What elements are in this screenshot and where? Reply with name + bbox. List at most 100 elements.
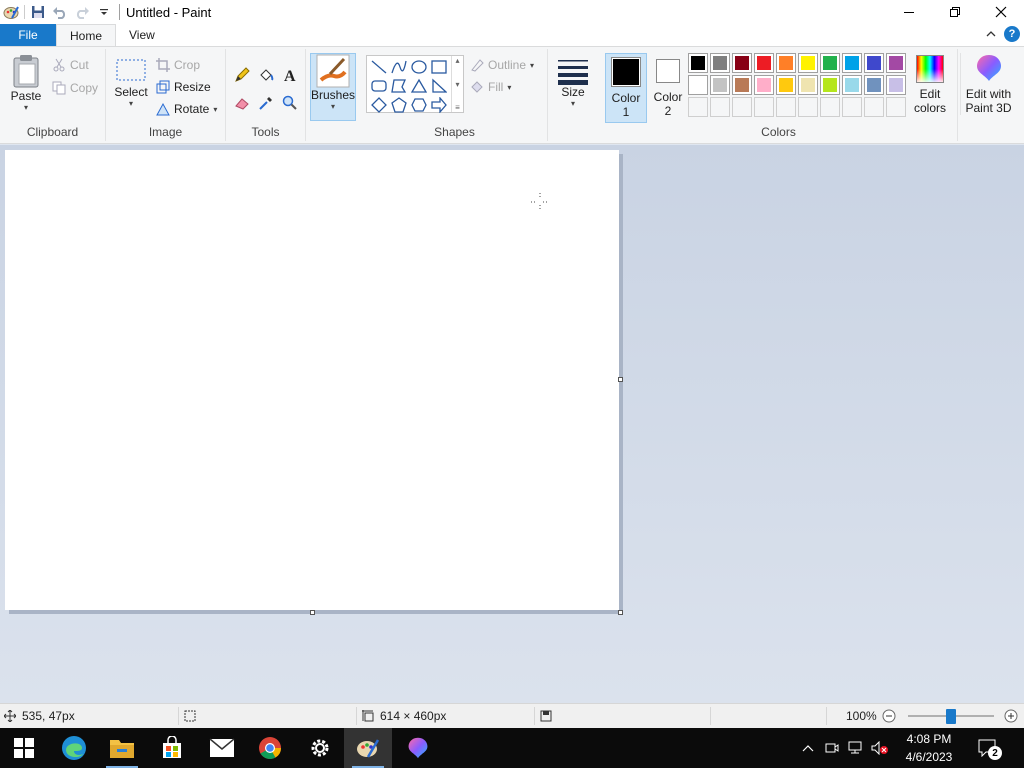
palette-swatch[interactable] — [820, 75, 840, 95]
color1-button[interactable]: Color 1 — [605, 53, 647, 123]
gallery-more-icon[interactable]: ≡ — [455, 103, 460, 112]
color2-button[interactable]: Color 2 — [650, 53, 686, 123]
gallery-down-icon[interactable]: ▾ — [455, 80, 459, 89]
text-button[interactable]: A — [282, 65, 298, 85]
palette-swatch[interactable] — [710, 75, 730, 95]
custom-color-slot[interactable] — [864, 97, 884, 117]
undo-icon[interactable] — [49, 1, 71, 23]
palette-swatch[interactable] — [732, 53, 752, 73]
select-button[interactable]: Select ▾ — [112, 57, 150, 108]
palette-swatch[interactable] — [710, 53, 730, 73]
save-icon[interactable] — [27, 1, 49, 23]
custom-color-slot[interactable] — [688, 97, 708, 117]
paste-dropdown-icon[interactable]: ▾ — [24, 103, 28, 112]
outline-button[interactable]: Outline ▾ — [470, 55, 534, 75]
triangle-shape-icon[interactable] — [410, 77, 428, 95]
collapse-ribbon-icon[interactable] — [986, 27, 996, 41]
paint-app-icon[interactable] — [0, 1, 22, 23]
palette-swatch[interactable] — [842, 53, 862, 73]
custom-color-slot[interactable] — [710, 97, 730, 117]
edit-colors-button[interactable]: Edit colors — [910, 55, 950, 115]
taskbar-store[interactable] — [148, 728, 196, 768]
palette-swatch[interactable] — [732, 75, 752, 95]
resize-handle-bottom[interactable] — [310, 610, 315, 615]
palette-swatch[interactable] — [842, 75, 862, 95]
pencil-button[interactable] — [234, 65, 250, 85]
taskbar-edge[interactable] — [50, 728, 98, 768]
restore-button[interactable] — [932, 0, 978, 24]
size-button[interactable]: Size ▾ — [554, 57, 592, 108]
custom-color-slot[interactable] — [798, 97, 818, 117]
palette-swatch[interactable] — [798, 75, 818, 95]
palette-swatch[interactable] — [754, 53, 774, 73]
rounded-rectangle-shape-icon[interactable] — [370, 77, 388, 95]
custom-color-slot[interactable] — [820, 97, 840, 117]
palette-swatch[interactable] — [886, 75, 906, 95]
curve-shape-icon[interactable] — [390, 58, 408, 76]
rectangle-shape-icon[interactable] — [430, 58, 448, 76]
palette-swatch[interactable] — [754, 75, 774, 95]
zoom-out-button[interactable] — [882, 704, 896, 728]
palette-swatch[interactable] — [688, 53, 708, 73]
diamond-shape-icon[interactable] — [370, 96, 388, 114]
start-button[interactable] — [0, 728, 48, 768]
eraser-button[interactable] — [234, 93, 250, 113]
palette-swatch[interactable] — [798, 53, 818, 73]
taskbar-chrome[interactable] — [246, 728, 294, 768]
fill-shape-button[interactable]: Fill ▾ — [470, 77, 511, 97]
minimize-button[interactable] — [886, 0, 932, 24]
zoom-slider-thumb[interactable] — [946, 709, 956, 724]
help-icon[interactable]: ? — [1004, 26, 1020, 42]
taskbar-file-explorer[interactable] — [98, 728, 146, 768]
custom-color-slot[interactable] — [754, 97, 774, 117]
palette-swatch[interactable] — [776, 75, 796, 95]
crop-button[interactable]: Crop — [156, 55, 200, 75]
custom-color-slot[interactable] — [732, 97, 752, 117]
taskbar-settings[interactable] — [296, 728, 344, 768]
oval-shape-icon[interactable] — [410, 58, 428, 76]
taskbar-clock[interactable]: 4:08 PM 4/6/2023 — [896, 730, 962, 766]
resize-handle-right[interactable] — [618, 377, 623, 382]
palette-swatch[interactable] — [864, 53, 884, 73]
close-button[interactable] — [978, 0, 1024, 24]
pentagon-shape-icon[interactable] — [390, 96, 408, 114]
action-center-button[interactable]: 2 — [975, 728, 1002, 768]
rotate-button[interactable]: Rotate ▾ — [156, 99, 217, 119]
palette-swatch[interactable] — [688, 75, 708, 95]
custom-color-slot[interactable] — [776, 97, 796, 117]
edit-with-paint3d-button[interactable]: Edit with Paint 3D — [960, 53, 1016, 115]
brushes-dropdown-icon[interactable]: ▾ — [331, 102, 335, 111]
right-triangle-shape-icon[interactable] — [430, 77, 448, 95]
tray-chevron-icon[interactable] — [797, 728, 819, 768]
custom-color-slot[interactable] — [842, 97, 862, 117]
polygon-shape-icon[interactable] — [390, 77, 408, 95]
resize-handle-corner[interactable] — [618, 610, 623, 615]
hexagon-shape-icon[interactable] — [410, 96, 428, 114]
customize-qa-icon[interactable] — [93, 1, 115, 23]
volume-muted-icon[interactable] — [869, 728, 891, 768]
custom-color-slot[interactable] — [886, 97, 906, 117]
gallery-up-icon[interactable]: ▴ — [455, 56, 459, 65]
tab-file[interactable]: File — [0, 24, 56, 46]
size-dropdown-icon[interactable]: ▾ — [571, 99, 575, 108]
line-shape-icon[interactable] — [370, 58, 388, 76]
redo-icon[interactable] — [71, 1, 93, 23]
palette-swatch[interactable] — [864, 75, 884, 95]
taskbar-paint3d[interactable] — [394, 728, 442, 768]
paste-button[interactable]: Paste ▾ — [6, 53, 46, 112]
palette-swatch[interactable] — [886, 53, 906, 73]
palette-swatch[interactable] — [776, 53, 796, 73]
network-icon[interactable] — [845, 728, 867, 768]
rotate-dropdown-icon[interactable]: ▾ — [213, 105, 217, 114]
color-picker-button[interactable] — [258, 93, 274, 113]
brushes-button[interactable]: Brushes ▾ — [310, 53, 356, 121]
fill-button[interactable] — [258, 65, 274, 85]
resize-button[interactable]: Resize — [156, 77, 211, 97]
palette-swatch[interactable] — [820, 53, 840, 73]
taskbar-mail[interactable] — [198, 728, 246, 768]
taskbar-paint[interactable] — [344, 728, 392, 768]
meet-now-icon[interactable] — [821, 728, 843, 768]
tab-view[interactable]: View — [116, 24, 168, 46]
magnifier-button[interactable] — [282, 93, 298, 113]
zoom-in-button[interactable] — [1004, 704, 1018, 728]
